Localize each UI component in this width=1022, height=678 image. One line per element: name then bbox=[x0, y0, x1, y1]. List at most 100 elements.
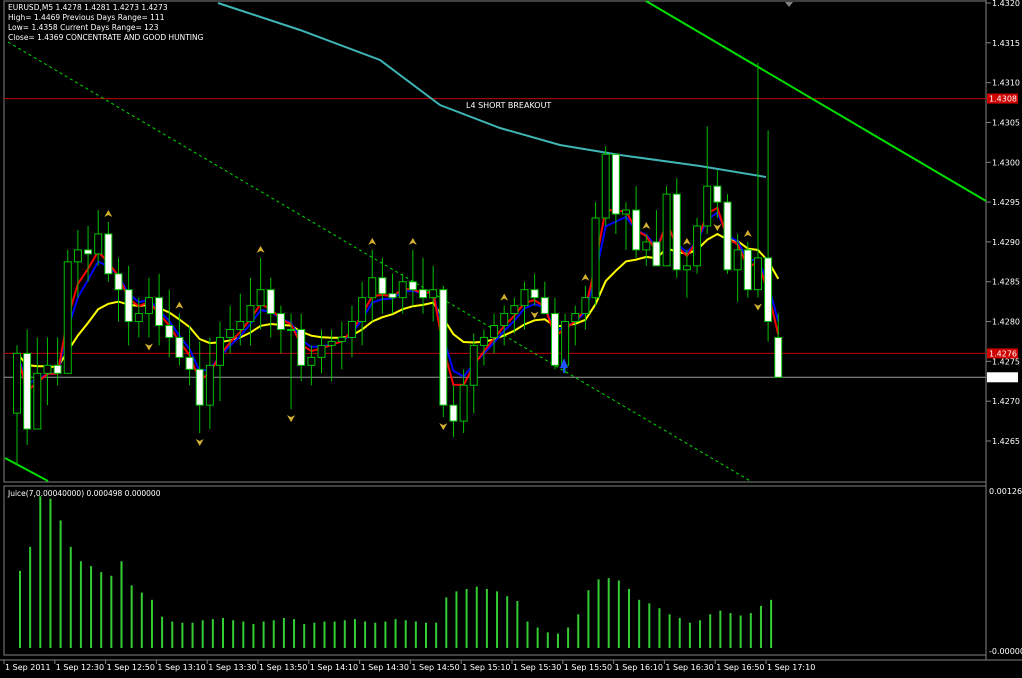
candle-body bbox=[205, 364, 214, 406]
level-price-label: 1.4273 bbox=[989, 373, 1017, 382]
juice-min-label: -0.000006 bbox=[989, 647, 1022, 656]
candle-body bbox=[358, 297, 367, 323]
candle-body bbox=[256, 289, 265, 307]
candle-body bbox=[703, 185, 712, 227]
candle-body bbox=[317, 344, 326, 358]
candle-body bbox=[144, 297, 153, 315]
candle-body bbox=[73, 249, 82, 263]
price-tick-label: 1.4290 bbox=[992, 238, 1020, 247]
time-tick-label: 1 Sep 14:50 bbox=[411, 663, 459, 672]
candle-body bbox=[195, 368, 204, 406]
candle-body bbox=[307, 356, 316, 366]
candle-body bbox=[571, 313, 580, 323]
candle-body bbox=[63, 261, 72, 374]
candle-body bbox=[510, 305, 519, 315]
candle-body bbox=[368, 277, 377, 299]
candle-body bbox=[459, 384, 468, 422]
time-tick-label: 1 Sep 16:10 bbox=[615, 663, 663, 672]
time-tick-label: 1 Sep 12:30 bbox=[56, 663, 104, 672]
candle-body bbox=[216, 336, 224, 366]
candle-body bbox=[155, 297, 164, 327]
candle-body bbox=[581, 297, 590, 315]
time-tick-label: 1 Sep 17:10 bbox=[767, 663, 815, 672]
candle-body bbox=[550, 313, 559, 366]
candle-body bbox=[398, 281, 407, 299]
candle-body bbox=[490, 325, 499, 338]
breakout-label: L4 SHORT BREAKOUT bbox=[466, 101, 551, 110]
time-tick-label: 1 Sep 14:30 bbox=[361, 663, 409, 672]
candle-body bbox=[713, 185, 722, 203]
price-tick-label: 1.4280 bbox=[992, 318, 1020, 327]
candle-body bbox=[693, 225, 702, 267]
candle-body bbox=[23, 352, 32, 430]
price-tick-label: 1.4310 bbox=[992, 79, 1020, 88]
candle-body bbox=[266, 289, 275, 315]
candle-body bbox=[469, 344, 478, 386]
candle-body bbox=[43, 364, 52, 374]
candle-body bbox=[500, 313, 509, 327]
price-tick-label: 1.4265 bbox=[992, 437, 1020, 446]
time-tick-label: 1 Sep 2011 bbox=[5, 663, 51, 672]
candle-body bbox=[611, 153, 620, 215]
time-tick-label: 1 Sep 16:50 bbox=[716, 663, 764, 672]
price-tick-label: 1.4300 bbox=[992, 158, 1020, 167]
candle-body bbox=[114, 273, 123, 291]
header-quote-line: EURUSD,M5 1.4278 1.4281 1.4273 1.4273 bbox=[8, 3, 168, 12]
candle-body bbox=[185, 356, 194, 370]
trading-chart[interactable]: 1.4320 1.4315 1.4310 1.4305 1.4300 1.4295 1.42… bbox=[0, 0, 1022, 678]
time-tick-label: 1 Sep 15:30 bbox=[513, 663, 561, 672]
candle-body bbox=[419, 289, 427, 299]
candle-body bbox=[226, 329, 235, 338]
candle-body bbox=[408, 281, 417, 291]
time-tick-label: 1 Sep 15:10 bbox=[462, 663, 510, 672]
candle-body bbox=[642, 241, 651, 251]
juice-max-label: 0.001262 bbox=[989, 487, 1022, 496]
candle-body bbox=[723, 201, 732, 271]
price-tick-label: 1.4295 bbox=[992, 198, 1020, 207]
candle-body bbox=[327, 340, 336, 346]
candle-body bbox=[449, 404, 458, 422]
candle-body bbox=[104, 233, 113, 275]
header-range-line-1: High= 1.4469 Previous Days Range= 111 bbox=[8, 13, 165, 22]
candle-body bbox=[297, 329, 306, 366]
price-tick-label: 1.4315 bbox=[992, 39, 1020, 48]
candle-body bbox=[622, 209, 630, 215]
time-tick-label: 1 Sep 13:30 bbox=[208, 663, 256, 672]
candle-body bbox=[662, 193, 671, 267]
candle-body bbox=[743, 249, 752, 291]
price-tick-label: 1.4275 bbox=[992, 357, 1020, 366]
time-tick-label: 1 Sep 13:10 bbox=[157, 663, 205, 672]
main-price-panel[interactable] bbox=[3, 0, 987, 483]
candle-body bbox=[246, 305, 255, 323]
candle-body bbox=[479, 336, 488, 346]
candle-body bbox=[439, 289, 448, 406]
candle-body bbox=[429, 289, 438, 299]
time-tick-label: 1 Sep 15:50 bbox=[564, 663, 612, 672]
candle-body bbox=[753, 257, 762, 291]
candle-body bbox=[733, 249, 742, 271]
candle-body bbox=[94, 233, 103, 255]
candle-body bbox=[53, 364, 62, 374]
candle-body bbox=[530, 289, 539, 299]
candle-body bbox=[287, 329, 296, 332]
candle-body bbox=[378, 277, 387, 295]
candle-body bbox=[652, 241, 661, 267]
candle-body bbox=[236, 321, 245, 331]
level-price-label: 1.4308 bbox=[989, 95, 1017, 104]
candle-body bbox=[520, 289, 529, 307]
candle-body bbox=[388, 293, 397, 299]
price-tick-label: 1.4320 bbox=[992, 0, 1020, 8]
juice-indicator-title: Juice(7,0.00040000) 0.000498 0.000000 bbox=[7, 489, 161, 498]
time-tick-label: 1 Sep 16:30 bbox=[665, 663, 713, 672]
candle-body bbox=[337, 336, 346, 342]
candle-body bbox=[124, 289, 133, 323]
candle-body bbox=[165, 325, 174, 338]
candle-body bbox=[682, 265, 691, 271]
candle-body bbox=[33, 372, 42, 430]
header-close-line: Close= 1.4369 CONCENTRATE AND GOOD HUNTI… bbox=[8, 33, 204, 42]
candle-body bbox=[540, 297, 549, 315]
candle-body bbox=[601, 153, 610, 219]
time-tick-label: 1 Sep 13:50 bbox=[259, 663, 307, 672]
time-tick-label: 1 Sep 12:50 bbox=[107, 663, 155, 672]
candle-body bbox=[591, 217, 600, 299]
